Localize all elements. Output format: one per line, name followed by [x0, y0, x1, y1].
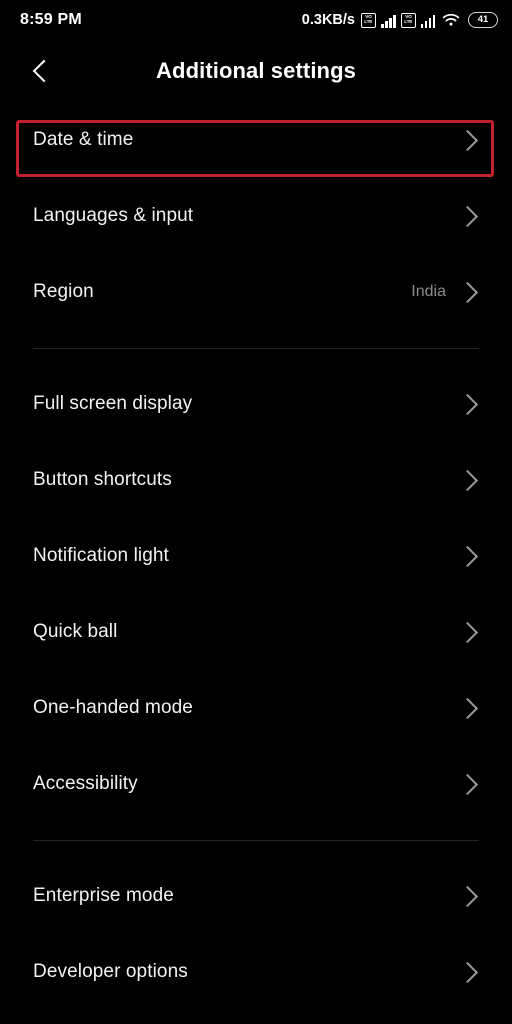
settings-row[interactable]: Accessibility	[0, 746, 512, 822]
chevron-right-icon	[457, 697, 478, 718]
signal-bars-icon	[381, 13, 396, 28]
settings-row-label: Button shortcuts	[33, 469, 460, 491]
settings-row-label: Developer options	[33, 961, 460, 983]
settings-row-label: One-handed mode	[33, 697, 460, 719]
volte-icon-sim2-line2: LTE	[404, 20, 412, 25]
chevron-right-icon	[457, 773, 478, 794]
settings-row[interactable]: Date & time	[0, 102, 512, 178]
status-bar: 8:59 PM 0.3KB/s VO LTE VO LTE 41	[0, 0, 512, 40]
settings-row-label: Enterprise mode	[33, 885, 460, 907]
signal-bars-icon-sim2	[421, 13, 436, 28]
settings-row-label: Full screen display	[33, 393, 460, 415]
settings-row[interactable]: RegionIndia	[0, 254, 512, 330]
settings-row[interactable]: Notification light	[0, 518, 512, 594]
battery-icon: 41	[468, 12, 498, 28]
section-divider	[0, 330, 512, 366]
settings-row-value: India	[411, 283, 446, 301]
settings-row-label: Notification light	[33, 545, 460, 567]
page-title: Additional settings	[0, 58, 512, 84]
settings-row-label: Date & time	[33, 129, 460, 151]
volte-icon-sim2: VO LTE	[401, 13, 416, 28]
chevron-right-icon	[457, 393, 478, 414]
settings-row[interactable]: Enterprise mode	[0, 858, 512, 934]
settings-row-label: Languages & input	[33, 205, 460, 227]
status-icons: 0.3KB/s VO LTE VO LTE 41	[302, 12, 498, 28]
battery-level-label: 41	[478, 15, 489, 25]
chevron-right-icon	[457, 545, 478, 566]
chevron-right-icon	[457, 961, 478, 982]
chevron-right-icon	[457, 469, 478, 490]
settings-row[interactable]: Full screen display	[0, 366, 512, 442]
settings-row-label: Quick ball	[33, 621, 460, 643]
settings-row[interactable]: Languages & input	[0, 178, 512, 254]
volte-icon-line2: LTE	[364, 20, 372, 25]
settings-row[interactable]: One-handed mode	[0, 670, 512, 746]
chevron-right-icon	[457, 205, 478, 226]
settings-row-label: Region	[33, 281, 411, 303]
app-bar: Additional settings	[0, 40, 512, 102]
chevron-right-icon	[457, 129, 478, 150]
back-chevron-icon	[33, 60, 56, 83]
back-button[interactable]	[22, 51, 62, 91]
volte-icon: VO LTE	[361, 13, 376, 28]
status-time: 8:59 PM	[20, 11, 82, 29]
settings-row-label: Accessibility	[33, 773, 460, 795]
network-speed-label: 0.3KB/s	[302, 12, 355, 28]
settings-row[interactable]: Button shortcuts	[0, 442, 512, 518]
section-divider	[0, 822, 512, 858]
settings-row[interactable]: Quick ball	[0, 594, 512, 670]
divider-line	[33, 348, 479, 349]
chevron-right-icon	[457, 621, 478, 642]
divider-line	[33, 840, 479, 841]
chevron-right-icon	[457, 281, 478, 302]
wifi-icon	[442, 13, 460, 28]
settings-row[interactable]: Developer options	[0, 934, 512, 1010]
settings-list: Date & time Languages & input RegionIndia F…	[0, 102, 512, 1010]
chevron-right-icon	[457, 885, 478, 906]
